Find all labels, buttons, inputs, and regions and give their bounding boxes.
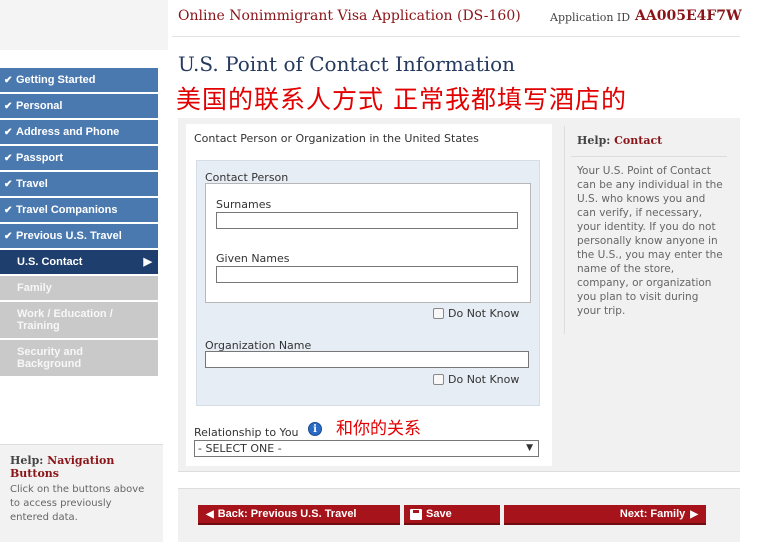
help-navigation-body: Click on the buttons above to access pre… [10,484,145,523]
sidebar-item-personal[interactable]: ✔ Personal [0,94,158,118]
check-icon: ✔ [4,204,13,216]
surnames-input[interactable] [216,212,518,229]
sidebar-item-label: Family [17,282,52,294]
sidebar-item-label: Work / Education / Training [17,308,113,332]
organization-name-input[interactable] [205,351,529,368]
header-left-pad [0,0,168,50]
sidebar-item-address-and-phone[interactable]: ✔ Address and Phone [0,120,158,144]
next-button-label: Next: Family [619,508,686,520]
chevron-right-icon: ▶ [143,256,152,268]
sidebar-item-label: Address and Phone [16,126,120,138]
info-icon[interactable]: i [308,422,322,436]
given-names-label: Given Names [216,252,290,265]
chevron-left-icon: ◀ [206,508,214,520]
sidebar-item-us-contact[interactable]: U.S. Contact ▶ [0,250,158,274]
sidebar-item-label: Travel Companions [16,204,118,216]
check-icon: ✔ [4,230,13,242]
check-icon: ✔ [4,178,13,190]
application-id: AA005E4F7W [635,8,742,24]
sidebar-item-label: Personal [16,100,63,112]
surnames-label: Surnames [216,198,272,211]
help-prefix: Help: [10,454,44,467]
sidebar-item-label: Security and Background [17,346,84,370]
next-button[interactable]: Next: Family ▶ [504,505,706,525]
save-button[interactable]: Save [404,505,500,525]
sidebar-item-getting-started[interactable]: ✔ Getting Started [0,68,158,92]
sidebar-item-family: Family [0,276,158,300]
contact-form-panel: Contact Person or Organization in the Un… [178,118,740,472]
navigation-button-bar: ◀ Back: Previous U.S. Travel Save Next: F… [178,488,740,542]
help-prefix: Help: [577,134,611,147]
do-not-know-checkbox[interactable] [433,374,444,385]
sidebar-item-work-education-training: Work / Education / Training [0,302,158,338]
contact-person-box: Surnames Given Names [205,183,531,303]
help-navigation-panel: Help: Navigation Buttons Click on the bu… [0,444,163,542]
check-icon: ✔ [4,74,13,86]
help-title-text: Contact [614,134,663,147]
header-divider [172,36,740,37]
back-button[interactable]: ◀ Back: Previous U.S. Travel [198,505,400,525]
sidebar-item-travel-companions[interactable]: ✔ Travel Companions [0,198,158,222]
relationship-select[interactable]: - SELECT ONE - ▼ [194,440,539,457]
organization-do-not-know[interactable]: Do Not Know [433,373,519,386]
sidebar-item-label: Previous U.S. Travel [16,230,122,242]
page-title: U.S. Point of Contact Information [178,52,516,76]
sidebar-item-label: Passport [16,152,64,164]
help-divider [571,156,727,157]
section-label: Contact Person or Organization in the Un… [194,132,479,145]
relationship-selected-value: - SELECT ONE - [198,442,282,455]
do-not-know-label: Do Not Know [448,373,520,386]
back-button-label: Back: Previous U.S. Travel [217,508,357,520]
sidebar-item-passport[interactable]: ✔ Passport [0,146,158,170]
do-not-know-checkbox[interactable] [433,308,444,319]
contact-do-not-know[interactable]: Do Not Know [433,307,519,320]
annotation-top: 美国的联系人方式 正常我都填写酒店的 [176,85,627,114]
dropdown-arrow-icon: ▼ [526,443,533,453]
given-names-input[interactable] [216,266,518,283]
annotation-relationship: 和你的关系 [336,419,421,439]
do-not-know-label: Do Not Know [448,307,520,320]
sidebar-nav: ✔ Getting Started ✔ Personal ✔ Address and … [0,68,158,378]
help-navigation-title: Help: Navigation Buttons [10,454,163,480]
application-id-label: Application ID [550,11,631,24]
sidebar-item-label: Getting Started [16,74,96,86]
help-contact-body: Your U.S. Point of Contact can be any in… [577,165,723,317]
save-icon [410,509,422,520]
sidebar-item-previous-us-travel[interactable]: ✔ Previous U.S. Travel [0,224,158,248]
contact-fields-box: Contact Person Surnames Given Names Do N… [196,160,540,406]
check-icon: ✔ [4,100,13,112]
check-icon: ✔ [4,152,13,164]
chevron-right-icon: ▶ [690,508,698,520]
contact-form: Contact Person or Organization in the Un… [186,124,552,466]
sidebar-item-label: Travel [16,178,48,190]
app-title: Online Nonimmigrant Visa Application (DS… [178,8,521,24]
help-contact-title: Help: Contact [577,134,662,147]
save-button-label: Save [426,508,452,520]
check-icon: ✔ [4,126,13,138]
sidebar-item-security-background: Security and Background [0,340,158,376]
help-contact-panel: Help: Contact Your U.S. Point of Contact… [564,126,732,334]
relationship-label: Relationship to You [194,426,299,439]
sidebar-item-travel[interactable]: ✔ Travel [0,172,158,196]
sidebar-item-label: U.S. Contact [17,256,83,268]
